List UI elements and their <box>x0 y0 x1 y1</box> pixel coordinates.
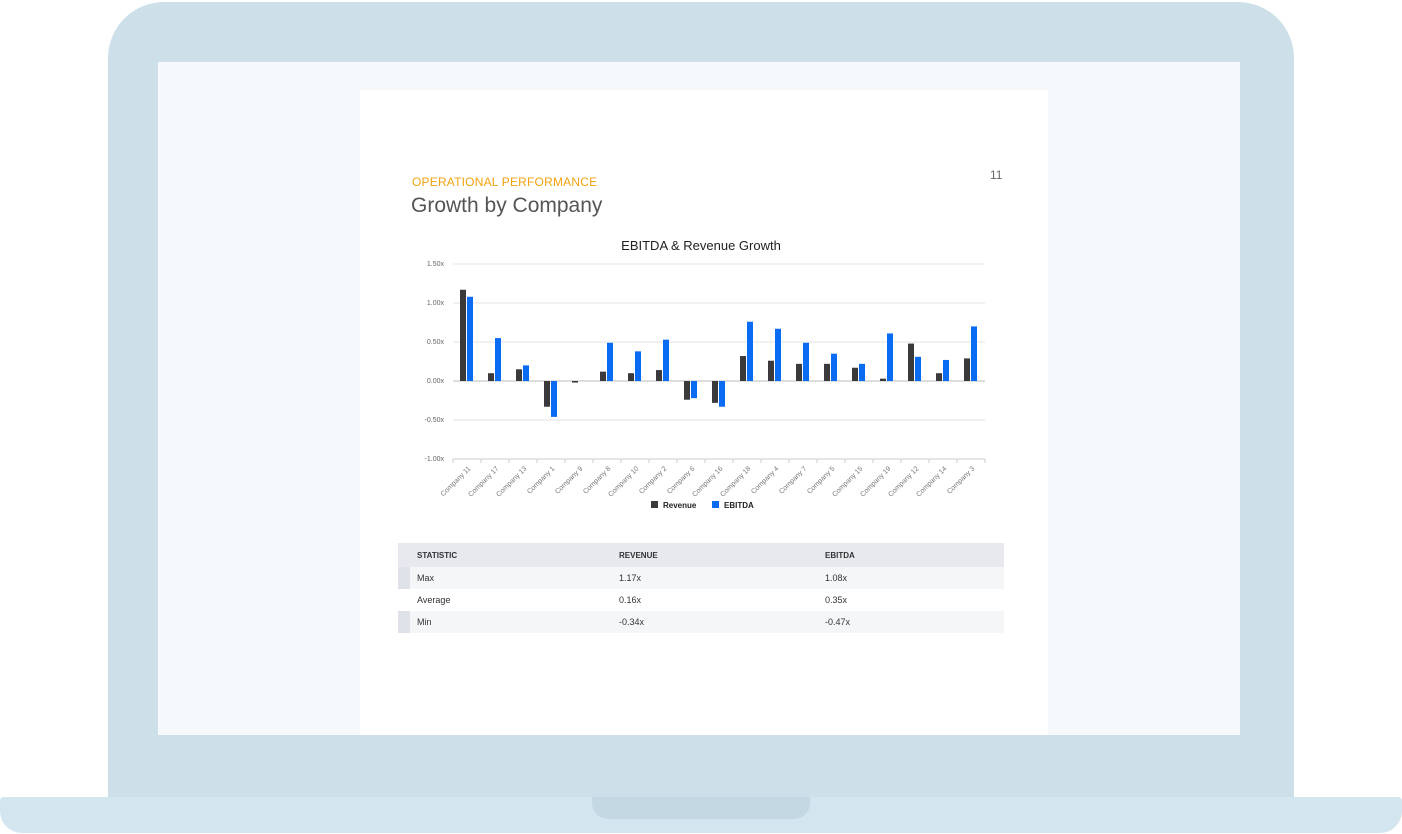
revenue-bar <box>684 381 690 400</box>
ebitda-bar <box>887 333 893 381</box>
cell-statistic: Average <box>417 595 451 605</box>
ebitda-bar <box>495 338 501 381</box>
page-number: 11 <box>990 168 1003 182</box>
revenue-legend-swatch <box>651 501 658 508</box>
revenue-bar <box>600 371 606 381</box>
page-title: Growth by Company <box>411 194 603 217</box>
ebitda-bar <box>775 328 781 381</box>
growth-bar-chart: EBITDA & Revenue Growth 1.50x 1.00x 0.50x 0… <box>425 238 986 510</box>
revenue-bar <box>964 358 970 381</box>
revenue-bar <box>544 381 550 407</box>
y-tick-label: 0.50x <box>427 339 445 346</box>
ebitda-bar <box>607 342 613 381</box>
table-header-row: STATISTIC REVENUE EBITDA <box>398 543 1004 567</box>
ebitda-legend-swatch <box>712 501 719 508</box>
y-tick-label: -1.00x <box>425 456 445 463</box>
x-tick-label: Company 4 <box>750 465 780 495</box>
cell-statistic: Max <box>410 567 619 589</box>
x-tick-label: Company 2 <box>638 465 668 495</box>
x-tick-label: Company 6 <box>666 465 696 495</box>
x-tick-label: Company 1 <box>526 465 556 495</box>
revenue-bar <box>460 289 466 381</box>
ebitda-bar <box>803 342 809 381</box>
chart-title: EBITDA & Revenue Growth <box>621 238 781 253</box>
y-tick-label: 1.00x <box>427 300 445 307</box>
laptop-screen: 11 OPERATIONAL PERFORMANCE Growth by Com… <box>158 62 1240 735</box>
ebitda-bar <box>747 321 753 381</box>
ebitda-bar <box>691 381 697 399</box>
ebitda-bar <box>943 359 949 381</box>
x-tick-label: Company 7 <box>778 465 808 495</box>
revenue-bar <box>488 373 494 381</box>
revenue-bar <box>656 370 662 381</box>
cell-statistic: Min <box>410 611 619 633</box>
report-page: 11 OPERATIONAL PERFORMANCE Growth by Com… <box>360 90 1048 735</box>
cell-ebitda: 0.35x <box>825 595 848 605</box>
revenue-bar <box>824 363 830 381</box>
revenue-bar <box>852 367 858 381</box>
revenue-legend-label: Revenue <box>663 501 697 510</box>
x-tick-label: Company 8 <box>582 465 612 495</box>
ebitda-bar <box>971 326 977 381</box>
ebitda-bar <box>523 365 529 381</box>
cell-revenue: -0.34x <box>619 611 825 633</box>
column-header-ebitda: EBITDA <box>825 543 1004 567</box>
ebitda-bar <box>663 339 669 381</box>
table-row: Average 0.16x 0.35x <box>398 589 1004 611</box>
ebitda-bar <box>831 353 837 381</box>
column-header-revenue: REVENUE <box>619 543 825 567</box>
laptop-notch <box>592 797 810 819</box>
x-tick-label: Company 3 <box>946 465 976 495</box>
column-header-statistic: STATISTIC <box>410 543 619 567</box>
y-tick-label: 0.00x <box>427 378 445 385</box>
table-row: Min -0.34x -0.47x <box>398 611 1004 633</box>
cell-ebitda: -0.47x <box>825 611 1004 633</box>
ebitda-legend-label: EBITDA <box>724 501 754 510</box>
revenue-bar <box>880 378 886 381</box>
table-row: Max 1.17x 1.08x <box>398 567 1004 589</box>
revenue-bar <box>796 363 802 381</box>
x-tick-label: Company 5 <box>806 465 836 495</box>
cell-ebitda: 1.08x <box>825 567 1004 589</box>
cell-revenue: 1.17x <box>619 567 825 589</box>
x-tick-label: Company 9 <box>554 465 584 495</box>
ebitda-bar <box>635 351 641 381</box>
ebitda-bar <box>859 363 865 381</box>
section-label: OPERATIONAL PERFORMANCE <box>412 175 598 189</box>
revenue-bar <box>768 360 774 381</box>
ebitda-bar <box>719 381 725 407</box>
revenue-bar <box>516 369 522 381</box>
y-tick-label: -0.50x <box>425 417 445 424</box>
y-tick-label: 1.50x <box>427 261 445 268</box>
revenue-bar <box>572 381 578 383</box>
ebitda-bar <box>551 381 557 417</box>
ebitda-bar <box>915 356 921 381</box>
revenue-bar <box>908 343 914 381</box>
revenue-bar <box>712 381 718 403</box>
statistics-table: STATISTIC REVENUE EBITDA Max 1.17x 1.08x… <box>398 543 1004 633</box>
revenue-bar <box>740 356 746 381</box>
ebitda-bar <box>467 296 473 381</box>
revenue-bar <box>936 373 942 381</box>
revenue-bar <box>628 373 634 381</box>
cell-revenue: 0.16x <box>619 595 642 605</box>
